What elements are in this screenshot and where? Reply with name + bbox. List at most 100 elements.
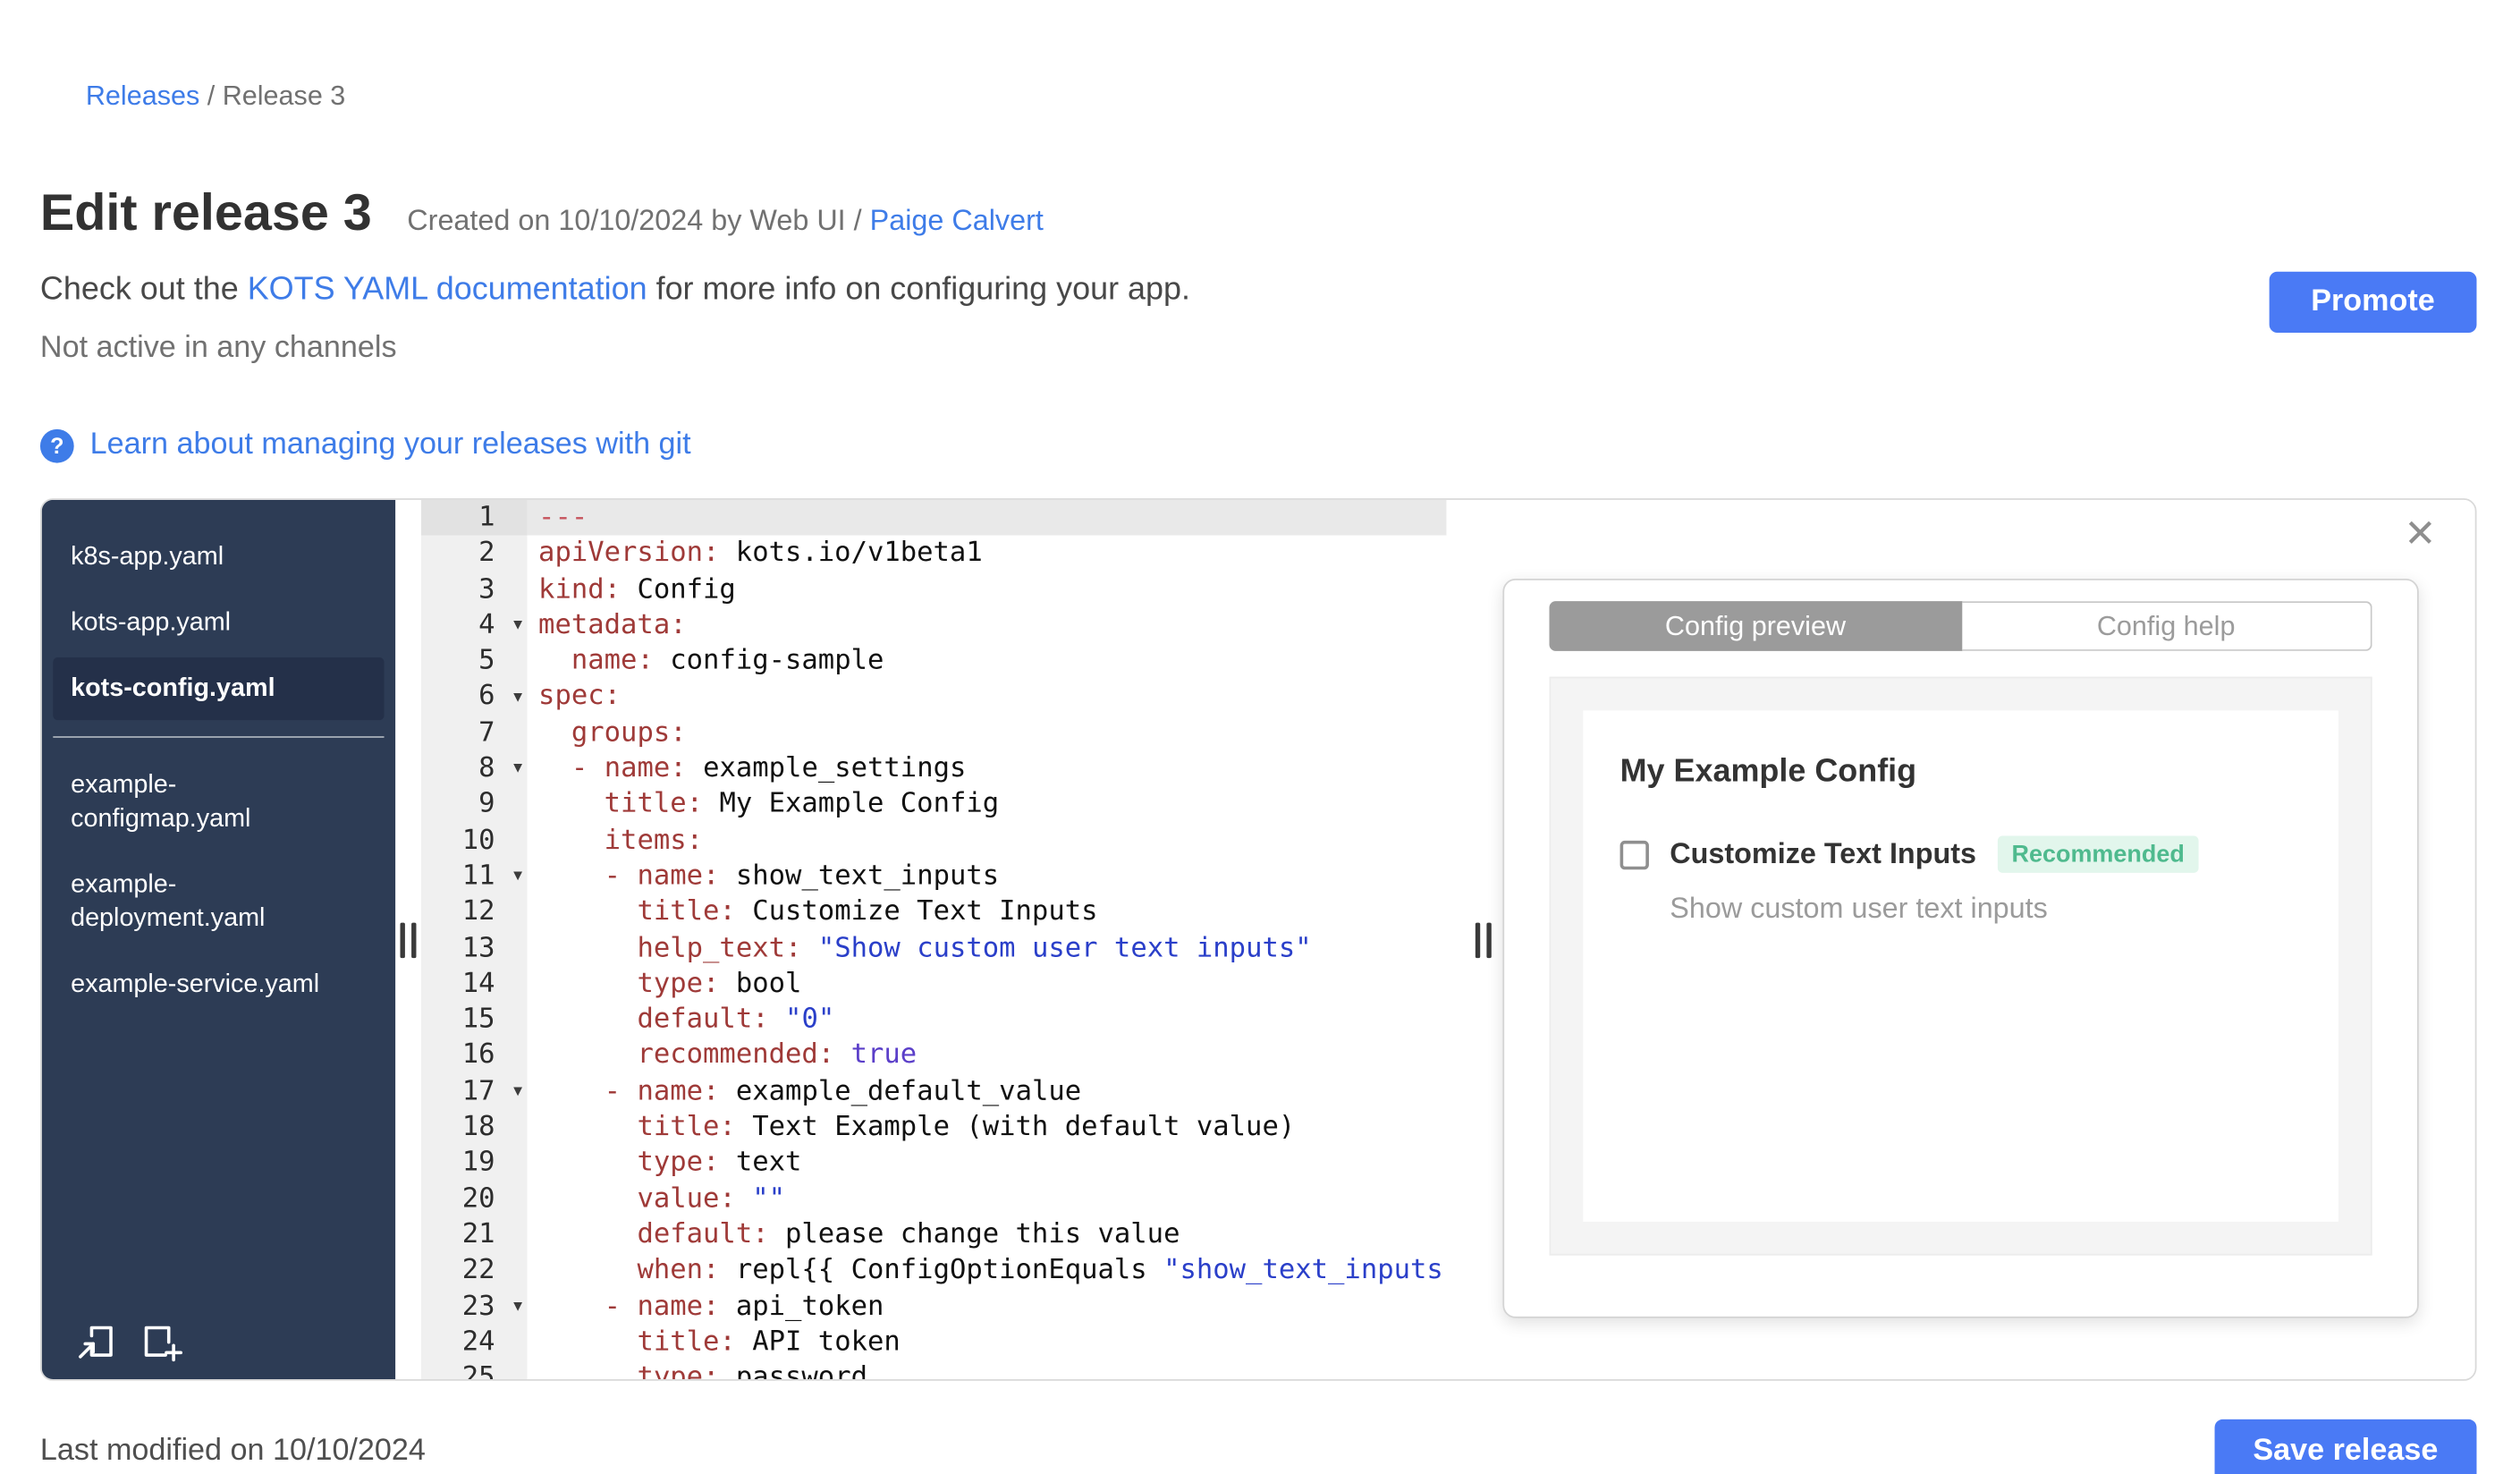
code-line-9[interactable]: title: My Example Config: [527, 787, 1446, 823]
config-group-title: My Example Config: [1619, 753, 1917, 790]
file-tree-item-example-deployment-yaml[interactable]: example-deployment.yaml: [53, 853, 384, 950]
tab-config-help[interactable]: Config help: [1961, 601, 2372, 651]
code-line-24[interactable]: title: API token: [527, 1325, 1446, 1360]
code-token: api_token: [719, 1290, 884, 1323]
yaml-editor[interactable]: 1 2 3 4 ▾ 5 6 ▾ 7 8 ▾ 9 10 11 ▾ 12 13 14 15 16 17 ▾ 18 19 20 21 22…: [420, 499, 1447, 1379]
fold-arrow-icon[interactable]: ▾: [513, 607, 522, 643]
gutter-line-2: 2: [421, 536, 528, 572]
new-file-icon[interactable]: [140, 1320, 183, 1364]
code-line-4[interactable]: metadata:: [527, 607, 1446, 643]
gutter-line-24: 24: [421, 1325, 528, 1360]
code-line-23[interactable]: - name: api_token: [527, 1289, 1446, 1325]
code-line-25[interactable]: type: password: [527, 1360, 1446, 1379]
drag-handle-right[interactable]: [1475, 921, 1492, 958]
fold-arrow-icon[interactable]: ▾: [513, 679, 522, 715]
code-token: repl{{ ConfigOptionEquals: [719, 1254, 1164, 1287]
promote-button[interactable]: Promote: [2269, 271, 2477, 334]
code-line-8[interactable]: - name: example_settings: [527, 750, 1446, 786]
code-line-16[interactable]: recommended: true: [527, 1038, 1446, 1073]
drag-handle-left[interactable]: [400, 921, 417, 958]
code-token: type:: [637, 1147, 720, 1179]
gutter-line-10: 10: [421, 823, 528, 859]
config-checkbox[interactable]: [1619, 840, 1649, 869]
code-line-5[interactable]: name: config-sample: [527, 643, 1446, 679]
line-number: 17: [461, 1074, 495, 1107]
gutter-line-23: 23 ▾: [421, 1289, 528, 1325]
code-token: "Show custom user text inputs": [817, 931, 1312, 964]
code-line-20[interactable]: value: "": [527, 1181, 1446, 1216]
line-number: 12: [461, 895, 495, 928]
code-line-12[interactable]: title: Customize Text Inputs: [527, 894, 1446, 930]
code-line-2[interactable]: apiVersion: kots.io/v1beta1: [527, 536, 1446, 572]
code-line-6[interactable]: spec:: [527, 679, 1446, 715]
tab-config-preview[interactable]: Config preview: [1549, 601, 1962, 651]
fold-arrow-icon[interactable]: ▾: [513, 1073, 522, 1109]
code-line-17[interactable]: - name: example_default_value: [527, 1073, 1446, 1109]
line-number: 15: [461, 1003, 495, 1036]
created-by-link[interactable]: Paige Calvert: [870, 204, 1044, 236]
file-tree-item-example-service-yaml[interactable]: example-service.yaml: [53, 953, 384, 1016]
doc-text-after: for more info on configuring your app.: [647, 271, 1190, 308]
code-token: password: [719, 1361, 868, 1379]
gutter-line-13: 13: [421, 930, 528, 966]
file-tree-item-kots-config-yaml[interactable]: kots-config.yaml: [53, 657, 385, 721]
file-tree-item-kots-app-yaml[interactable]: kots-app.yaml: [53, 591, 384, 654]
fold-arrow-icon[interactable]: ▾: [513, 859, 522, 894]
code-token: apiVersion:: [538, 537, 720, 570]
code-line-3[interactable]: kind: Config: [527, 572, 1446, 607]
code-token: -: [604, 1290, 638, 1323]
code-token: spec:: [538, 681, 622, 714]
fold-arrow-icon[interactable]: ▾: [513, 750, 522, 786]
code-line-11[interactable]: - name: show_text_inputs: [527, 859, 1446, 894]
file-tree-item-k8s-app-yaml[interactable]: k8s-app.yaml: [53, 526, 384, 589]
doc-text-before: Check out the: [39, 271, 248, 308]
code-line-1[interactable]: ---: [527, 499, 1447, 537]
config-preview-area: My Example Config Customize Text Inputs …: [1549, 676, 2372, 1256]
code-token: ---: [538, 501, 588, 534]
code-token: metadata:: [538, 608, 687, 641]
code-line-13[interactable]: help_text: "Show custom user text inputs…: [527, 930, 1446, 966]
code-line-7[interactable]: groups:: [527, 715, 1446, 750]
code-token: type:: [637, 1361, 720, 1379]
save-release-button[interactable]: Save release: [2214, 1419, 2477, 1474]
code-token: kots.io/v1beta1: [719, 537, 983, 570]
kots-doc-link[interactable]: KOTS YAML documentation: [248, 272, 647, 308]
upload-file-icon[interactable]: [74, 1320, 118, 1364]
close-icon[interactable]: ✕: [2404, 515, 2436, 555]
code-line-15[interactable]: default: "0": [527, 1002, 1446, 1038]
code-token: title:: [637, 895, 736, 928]
line-number: 7: [478, 716, 495, 750]
code-line-19[interactable]: type: text: [527, 1145, 1446, 1181]
gutter-line-3: 3: [421, 572, 528, 607]
page-title: Edit release 3: [39, 182, 372, 241]
code-line-22[interactable]: when: repl{{ ConfigOptionEquals "show_te…: [527, 1252, 1446, 1288]
code-token: when:: [637, 1254, 720, 1287]
gutter-line-12: 12: [421, 894, 528, 930]
git-help-row: ? Learn about managing your releases wit…: [39, 428, 2477, 463]
gutter-line-6: 6 ▾: [421, 679, 528, 715]
help-icon[interactable]: ?: [39, 428, 74, 462]
code-line-14[interactable]: type: bool: [527, 966, 1446, 1002]
code-line-21[interactable]: default: please change this value: [527, 1216, 1446, 1252]
file-tree-item-example-configmap-yaml[interactable]: example-configmap.yaml: [53, 754, 384, 851]
fold-arrow-icon[interactable]: ▾: [513, 1288, 522, 1324]
editor-code[interactable]: --- apiVersion: kots.io/v1beta1 kind: Conf…: [527, 499, 1447, 1379]
code-line-10[interactable]: items:: [527, 823, 1446, 859]
release-editor: k8s-app.yaml kots-app.yaml kots-config.yam…: [39, 498, 2477, 1381]
code-line-18[interactable]: title: Text Example (with default value): [527, 1109, 1446, 1145]
doc-texts: Check out the KOTS YAML documentation fo…: [40, 272, 1190, 367]
code-token: title:: [637, 1326, 736, 1359]
file-tree-divider: [53, 736, 385, 738]
git-releases-link[interactable]: Learn about managing your releases with …: [90, 428, 691, 463]
code-token: name:: [571, 645, 654, 677]
code-token: recommended:: [637, 1038, 835, 1072]
breadcrumb-releases-link[interactable]: Releases: [86, 80, 199, 111]
code-token: type:: [637, 967, 720, 1000]
